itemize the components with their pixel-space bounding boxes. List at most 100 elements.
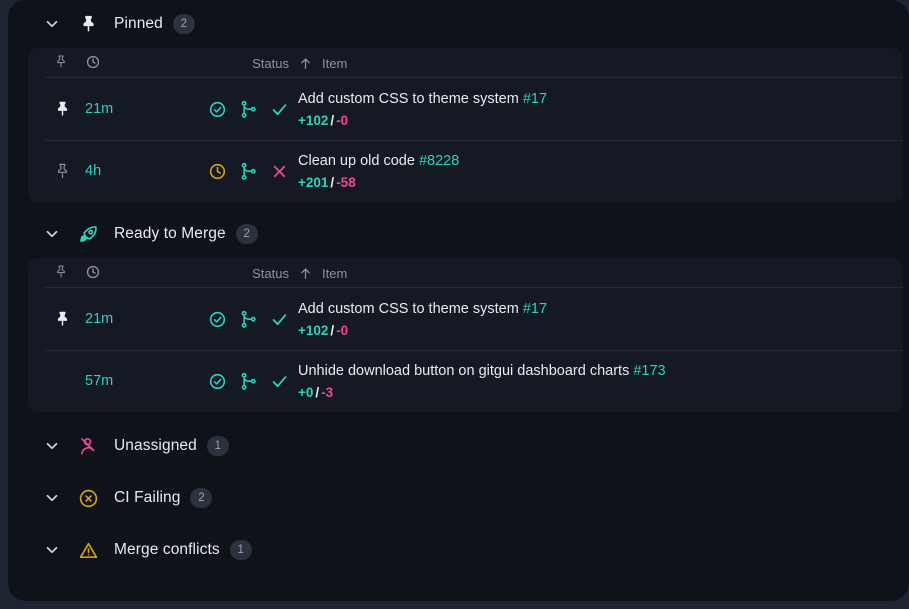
section-count-badge: 1 [206,436,229,456]
row-item-title[interactable]: Add custom CSS to theme system #17 [298,91,903,107]
check-circle-icon[interactable] [208,310,227,329]
check-circle-icon[interactable] [208,372,227,391]
row-item-number[interactable]: #17 [523,301,547,317]
row-diffstat: +0/-3 [298,385,903,400]
row-item: Add custom CSS to theme system #17 +102/-… [298,288,903,350]
table-header: Status Item [28,48,903,78]
section-count-badge: 2 [190,488,213,508]
section-title: Unassigned [114,437,197,454]
row-pin-toggle[interactable] [28,288,85,350]
status-icon-group [208,162,289,181]
section-title: Ready to Merge [114,225,226,242]
row-item-number[interactable]: #8228 [419,153,459,169]
column-header-time[interactable] [85,264,171,283]
column-header-item-label: Item [322,55,348,71]
user-slash-icon [76,435,100,457]
row-item-title-text: Unhide download button on gitgui dashboa… [298,362,630,379]
table-pinned: Status Item 21m Add custom CSS to theme sys… [28,48,903,202]
section-header-pinned[interactable]: Pinned 2 [8,0,909,48]
section-count-badge: 2 [172,14,195,34]
sections-list: Pinned 2 Status Item 21m Add custom CSS to th… [8,0,909,576]
table-header: Status Item [28,258,903,288]
pin-filled-icon[interactable] [53,310,72,329]
row-status [171,78,298,140]
chevron-down-icon[interactable] [42,436,62,456]
status-icon-group [208,372,289,391]
row-status [171,288,298,350]
row-pin-toggle[interactable] [28,140,85,202]
git-branch-icon[interactable] [239,372,258,391]
row-status [171,350,298,412]
pin-filled-icon[interactable] [53,100,72,119]
row-deletions: -0 [336,112,349,128]
row-additions: +0 [298,384,314,400]
row-time: 4h [85,140,171,202]
clock-circle-icon[interactable] [208,162,227,181]
column-header-status[interactable]: Status [171,266,298,281]
row-pin-toggle[interactable] [28,350,85,412]
row-item: Clean up old code #8228 +201/-58 [298,140,903,202]
row-time: 57m [85,350,171,412]
row-additions: +102 [298,112,329,128]
section-title: Merge conflicts [114,541,220,558]
section-header-ci-failing[interactable]: CI Failing 2 [8,472,909,524]
pin-filled-icon [76,13,100,35]
table-row[interactable]: 21m Add custom CSS to theme system #17 +10… [28,78,903,140]
column-header-time[interactable] [85,54,171,73]
column-header-item[interactable]: Item [298,56,903,71]
row-additions: +201 [298,174,329,190]
column-header-status[interactable]: Status [171,56,298,71]
check-circle-icon[interactable] [208,100,227,119]
row-item-number[interactable]: #17 [523,91,547,107]
section-count-badge: 2 [235,224,258,244]
section-title: CI Failing [114,489,181,506]
arrow-up-icon[interactable] [298,56,313,71]
row-item-title-text: Add custom CSS to theme system [298,90,519,107]
git-branch-icon[interactable] [239,100,258,119]
row-pin-toggle[interactable] [28,78,85,140]
check-icon[interactable] [270,372,289,391]
section-header-unassigned[interactable]: Unassigned 1 [8,420,909,472]
row-item-title[interactable]: Clean up old code #8228 [298,153,903,169]
git-branch-icon[interactable] [239,310,258,329]
pull-request-dashboard-panel: Pinned 2 Status Item 21m Add custom CSS to th… [8,0,909,601]
row-item-title[interactable]: Unhide download button on gitgui dashboa… [298,363,903,379]
row-time: 21m [85,288,171,350]
row-time-value: 21m [85,101,114,117]
git-branch-icon[interactable] [239,162,258,181]
check-icon[interactable] [270,310,289,329]
table-row[interactable]: 4h Clean up old code #8228 +201/-58 [28,140,903,202]
chevron-down-icon[interactable] [42,224,62,244]
x-icon[interactable] [270,162,289,181]
row-diffstat: +102/-0 [298,323,903,338]
table-row[interactable]: 21m Add custom CSS to theme system #17 +10… [28,288,903,350]
row-additions: +102 [298,322,329,338]
pin-outline-icon [53,264,69,283]
row-deletions: -58 [336,174,356,190]
column-header-status-label: Status [252,55,289,71]
chevron-down-icon[interactable] [42,540,62,560]
column-header-pin[interactable] [28,54,85,73]
column-header-pin[interactable] [28,264,85,283]
row-time: 21m [85,78,171,140]
column-header-item[interactable]: Item [298,266,903,281]
row-item-title[interactable]: Add custom CSS to theme system #17 [298,301,903,317]
clock-icon [85,54,101,73]
status-icon-group [208,100,289,119]
row-diffstat: +102/-0 [298,113,903,128]
row-item: Unhide download button on gitgui dashboa… [298,350,903,412]
pin-outline-icon[interactable] [53,162,72,181]
column-header-item-label: Item [322,265,348,281]
check-icon[interactable] [270,100,289,119]
chevron-down-icon[interactable] [42,14,62,34]
arrow-up-icon[interactable] [298,266,313,281]
status-icon-group [208,310,289,329]
table-row[interactable]: 57m Unhide download button on gitgui dash… [28,350,903,412]
row-deletions: -0 [336,322,349,338]
row-item-number[interactable]: #173 [633,363,665,379]
section-header-ready-to-merge[interactable]: Ready to Merge 2 [8,210,909,258]
rocket-icon [76,223,100,245]
chevron-down-icon[interactable] [42,488,62,508]
section-header-merge-conflicts[interactable]: Merge conflicts 1 [8,524,909,576]
